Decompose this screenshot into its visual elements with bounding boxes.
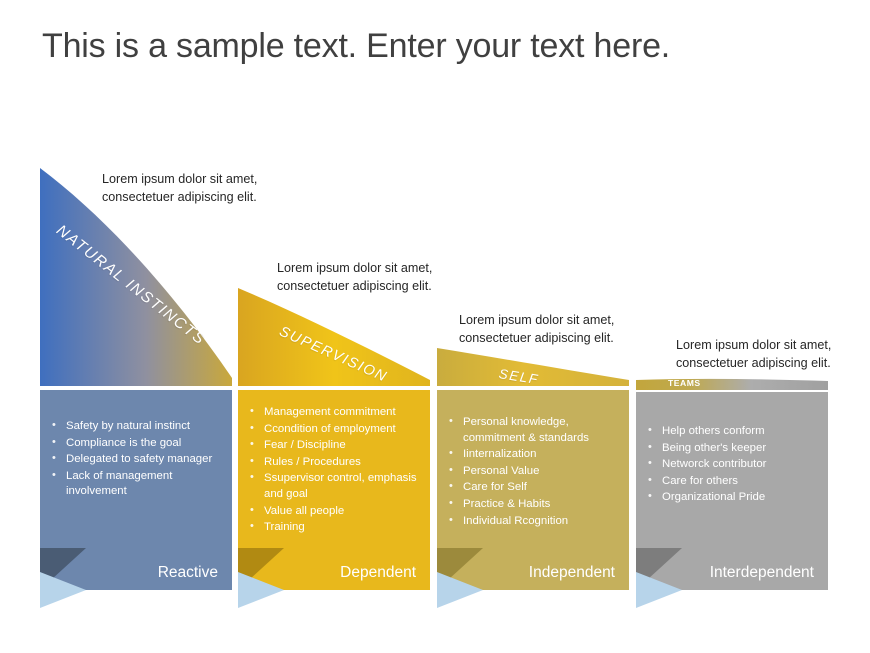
stage-bullet-list: Management commitment Ccondition of empl… [238, 404, 424, 537]
list-item: Care for Self [437, 479, 623, 496]
list-item: Personal Value [437, 463, 623, 480]
list-item: Care for others [636, 473, 822, 490]
list-item: Organizational Pride [636, 489, 822, 506]
list-item: Help others conform [636, 423, 822, 440]
stage-footer: Reactive [40, 548, 232, 608]
fold-page-triangle [636, 572, 682, 608]
stage-header-strip: TEAMS [636, 377, 828, 390]
stage-footer: Dependent [238, 548, 430, 608]
fold-page-triangle [437, 572, 483, 608]
stage-header-curve: NATURAL INSTINCTS [40, 168, 232, 386]
stage-footer-label: Reactive [157, 564, 218, 581]
list-item: Ccondition of employment [238, 421, 424, 438]
list-item: Networck contributor [636, 456, 822, 473]
stage-curve-label: TEAMS [668, 378, 701, 388]
list-item: Individual Rcognition [437, 513, 623, 530]
list-item: Lack of management involvement [40, 468, 226, 500]
stage-body-card: Safety by natural instinct Compliance is… [40, 390, 232, 608]
stage-body-card: Personal knowledge, commitment & standar… [437, 390, 629, 608]
stage-header-curve: SUPERVISION [238, 288, 430, 386]
list-item: Compliance is the goal [40, 435, 226, 452]
stage-caption: Lorem ipsum dolor sit amet, consectetuer… [459, 313, 615, 345]
stage-header-curve: SELF [437, 348, 629, 387]
list-item: Personal knowledge, commitment & standar… [437, 414, 623, 446]
slide-canvas: This is a sample text. Enter your text h… [0, 0, 870, 653]
stage-footer: Independent [437, 548, 629, 608]
stage-caption: Lorem ipsum dolor sit amet, consectetuer… [676, 338, 832, 370]
fold-page-triangle [40, 572, 86, 608]
list-item: Value all people [238, 503, 424, 520]
stage-body-card: Help others conform Being other's keeper… [636, 392, 828, 608]
stage-footer-label: Interdependent [709, 564, 814, 581]
list-item: Being other's keeper [636, 440, 822, 457]
list-item: Fear / Discipline [238, 437, 424, 454]
fold-page-triangle [238, 572, 284, 608]
list-item: Practice & Habits [437, 496, 623, 513]
list-item: Rules / Procedures [238, 454, 424, 471]
stage-footer-label: Independent [528, 564, 615, 581]
page-title: This is a sample text. Enter your text h… [42, 27, 671, 65]
stage-bullet-list: Safety by natural instinct Compliance is… [40, 418, 226, 501]
stage-footer: Interdependent [636, 548, 828, 608]
stage-bullet-list: Help others conform Being other's keeper… [636, 423, 822, 507]
stage-body-card: Management commitment Ccondition of empl… [238, 390, 430, 608]
list-item: Delegated to safety manager [40, 451, 226, 468]
stage-bullet-list: Personal knowledge, commitment & standar… [437, 414, 623, 530]
list-item: Training [238, 519, 424, 536]
list-item: Management commitment [238, 404, 424, 421]
list-item: Ssupervisor control, emphasis and goal [238, 470, 424, 502]
list-item: Iinternalization [437, 446, 623, 463]
list-item: Safety by natural instinct [40, 418, 226, 435]
stage-footer-label: Dependent [340, 564, 416, 581]
